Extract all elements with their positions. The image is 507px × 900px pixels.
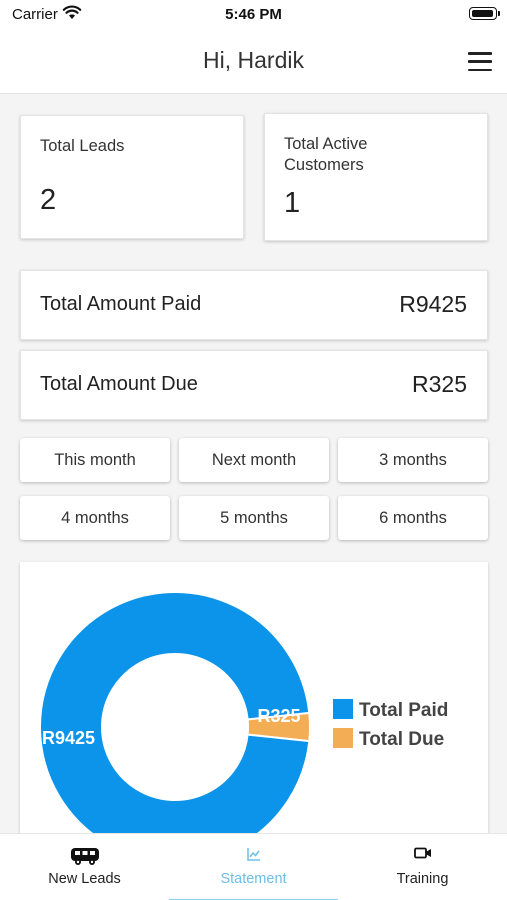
payment-chart-card: R9425 R325 Total Paid Total Due [20,562,488,863]
app-header: Hi, Hardik [0,30,507,94]
total-active-value: 1 [284,187,301,219]
legend-label: Total Paid [359,700,448,721]
total-active-label-line1: Total Active [284,135,368,153]
total-leads-label: Total Leads [40,137,125,155]
filter-this-month-button[interactable]: This month [20,438,170,482]
tab-statement-label: Statement [220,871,287,887]
total-amount-due-card: Total Amount Due R325 [20,350,488,420]
video-camera-icon [413,847,431,859]
total-amount-paid-card: Total Amount Paid R9425 [20,270,488,340]
chart-icon [246,848,260,861]
amount-due-label: Total Amount Due [40,373,198,395]
total-active-customers-card: Total Active Customers 1 [264,113,488,241]
legend-swatch [333,699,353,719]
tab-training-label: Training [396,871,449,887]
legend-swatch [333,728,353,748]
tab-new-leads[interactable]: New Leads [0,834,169,900]
total-active-label-line2: Customers [284,156,364,174]
battery-icon [469,7,500,20]
hamburger-menu-icon[interactable] [468,52,492,71]
bus-icon [70,848,99,865]
filter-4-months-button[interactable]: 4 months [20,496,170,540]
status-bar: Carrier 5:46 PM [0,0,507,30]
amount-paid-label: Total Amount Paid [40,293,202,315]
total-leads-card: Total Leads 2 [20,115,244,239]
filter-next-month-button[interactable]: Next month [179,438,329,482]
amount-due-value: R325 [412,371,467,397]
tab-statement[interactable]: Statement [169,834,338,900]
label-total-paid: R9425 [42,728,95,748]
bottom-tab-bar: New Leads Statement Training [0,833,507,900]
status-time: 5:46 PM [225,6,282,23]
tab-new-leads-label: New Leads [48,871,121,887]
filter-6-months-button[interactable]: 6 months [338,496,488,540]
greeting-title: Hi, Hardik [203,47,304,73]
amount-paid-value: R9425 [399,291,467,317]
donut-chart: R9425 R325 Total Paid Total Due [39,591,448,863]
label-total-due: R325 [257,706,300,726]
legend-label: Total Due [359,729,444,750]
total-leads-value: 2 [40,184,57,216]
filter-3-months-button[interactable]: 3 months [338,438,488,482]
filter-5-months-button[interactable]: 5 months [179,496,329,540]
tab-training[interactable]: Training [338,834,507,900]
